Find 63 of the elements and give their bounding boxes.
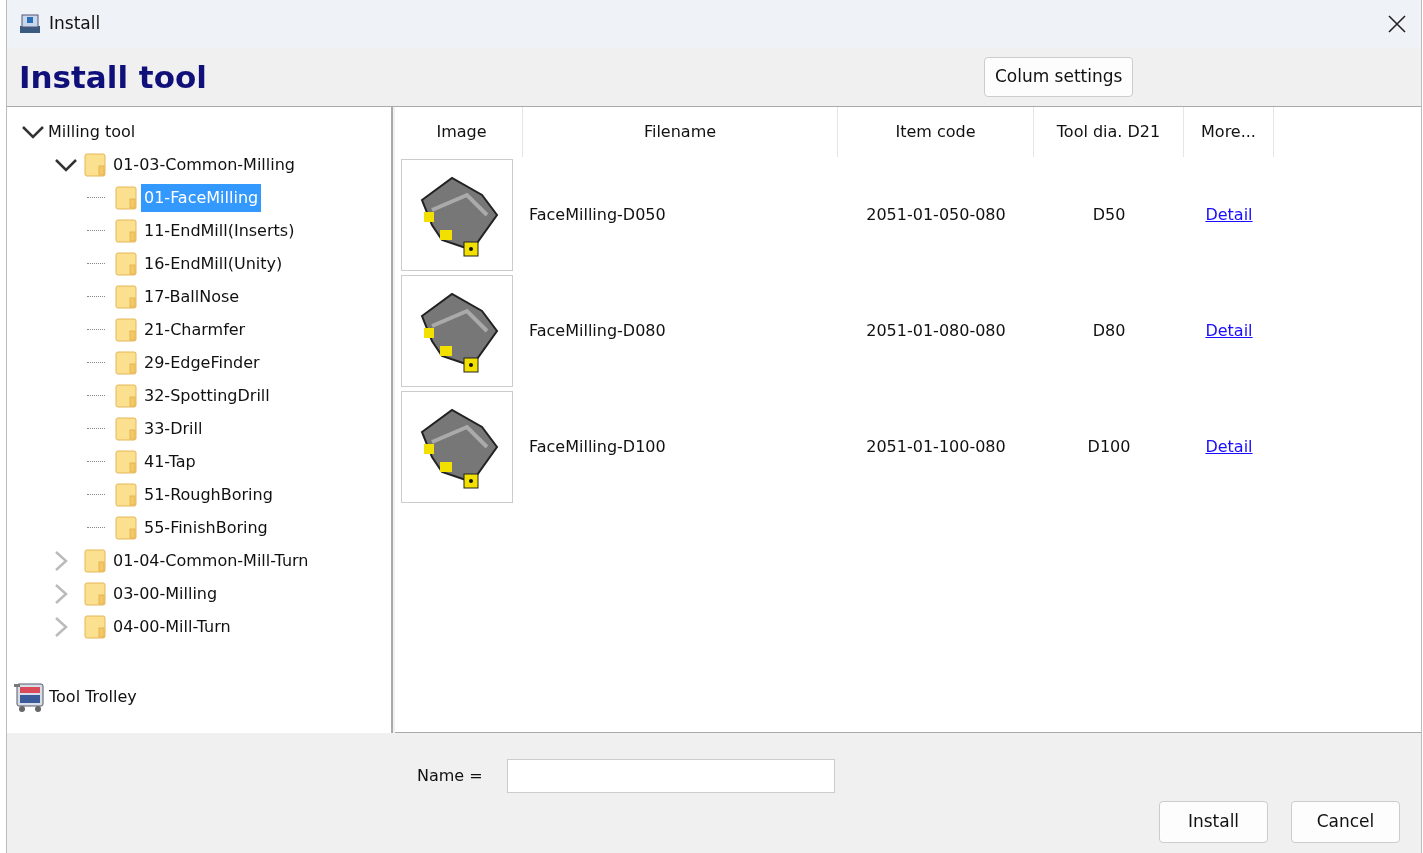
filename-text: FaceMilling-D050	[529, 204, 666, 226]
folder-icon	[115, 515, 137, 540]
item-code-text: 2051-01-080-080	[866, 320, 1006, 342]
tree-item[interactable]: 55-FinishBoring	[141, 513, 271, 542]
folder-icon	[84, 614, 106, 639]
tree-item[interactable]: 01-03-Common-Milling	[110, 150, 298, 179]
folder-icon	[115, 284, 137, 309]
tree-item[interactable]: 41-Tap	[141, 447, 199, 476]
tree-item[interactable]: 32-SpottingDrill	[141, 381, 273, 410]
dialog-button[interactable]: Cancel	[1291, 801, 1400, 843]
tree-item[interactable]: 16-EndMill(Unity)	[141, 249, 286, 278]
detail-link[interactable]: Detail	[1205, 435, 1253, 459]
filename-text: FaceMilling-D080	[529, 320, 666, 342]
folder-icon	[115, 317, 137, 342]
folder-icon	[115, 416, 137, 441]
column-header[interactable]: More...	[1184, 107, 1274, 157]
chevron-right-icon[interactable]	[54, 582, 68, 605]
tree-item[interactable]: 01-04-Common-Mill-Turn	[110, 546, 312, 575]
folder-icon	[84, 548, 106, 573]
column-settings-button[interactable]: Colum settings	[983, 57, 1134, 97]
folder-icon	[115, 185, 137, 210]
dialog-button[interactable]: Install	[1159, 801, 1268, 843]
app-icon	[19, 14, 41, 34]
folder-icon	[115, 251, 137, 276]
trolley-icon	[13, 681, 47, 713]
column-header[interactable]: Image	[401, 107, 523, 157]
dialog-heading: Install tool	[19, 57, 207, 97]
chevron-right-icon[interactable]	[54, 615, 68, 638]
column-header[interactable]: Filename	[523, 107, 838, 157]
tree-item[interactable]: 11-EndMill(Inserts)	[141, 216, 298, 245]
folder-icon	[115, 482, 137, 507]
name-input[interactable]	[506, 759, 835, 793]
tree-item[interactable]: Milling tool	[45, 117, 139, 146]
folder-icon	[84, 581, 106, 606]
diameter-text: D80	[1092, 320, 1126, 342]
window-title: Install	[49, 12, 101, 36]
name-label: Name =	[417, 765, 483, 787]
tree-item[interactable]: 51-RoughBoring	[141, 480, 276, 509]
item-code-text: 2051-01-100-080	[866, 436, 1006, 458]
tree-item[interactable]: 17-BallNose	[141, 282, 243, 311]
folder-icon	[84, 152, 106, 177]
tree-item[interactable]: 29-EdgeFinder	[141, 348, 263, 377]
tree-item[interactable]: Tool Trolley	[49, 685, 137, 709]
detail-link[interactable]: Detail	[1205, 203, 1253, 227]
column-header[interactable]: Tool dia. D21	[1034, 107, 1184, 157]
chevron-down-icon[interactable]	[54, 157, 78, 172]
chevron-right-icon[interactable]	[54, 549, 68, 572]
tree-item[interactable]: 33-Drill	[141, 414, 206, 443]
filename-text: FaceMilling-D100	[529, 436, 666, 458]
tree-item[interactable]: 21-Charmfer	[141, 315, 249, 344]
column-header[interactable]: Item code	[838, 107, 1034, 157]
diameter-text: D50	[1092, 204, 1126, 226]
folder-icon	[115, 218, 137, 243]
folder-icon	[115, 449, 137, 474]
tree-item[interactable]: 03-00-Milling	[110, 579, 221, 608]
diameter-text: D100	[1087, 436, 1131, 458]
folder-icon	[115, 350, 137, 375]
close-icon	[1388, 15, 1406, 33]
folder-icon	[115, 383, 137, 408]
chevron-down-icon[interactable]	[21, 124, 45, 139]
tree-item[interactable]: 04-00-Mill-Turn	[110, 612, 234, 641]
item-code-text: 2051-01-050-080	[866, 204, 1006, 226]
detail-link[interactable]: Detail	[1205, 319, 1253, 343]
